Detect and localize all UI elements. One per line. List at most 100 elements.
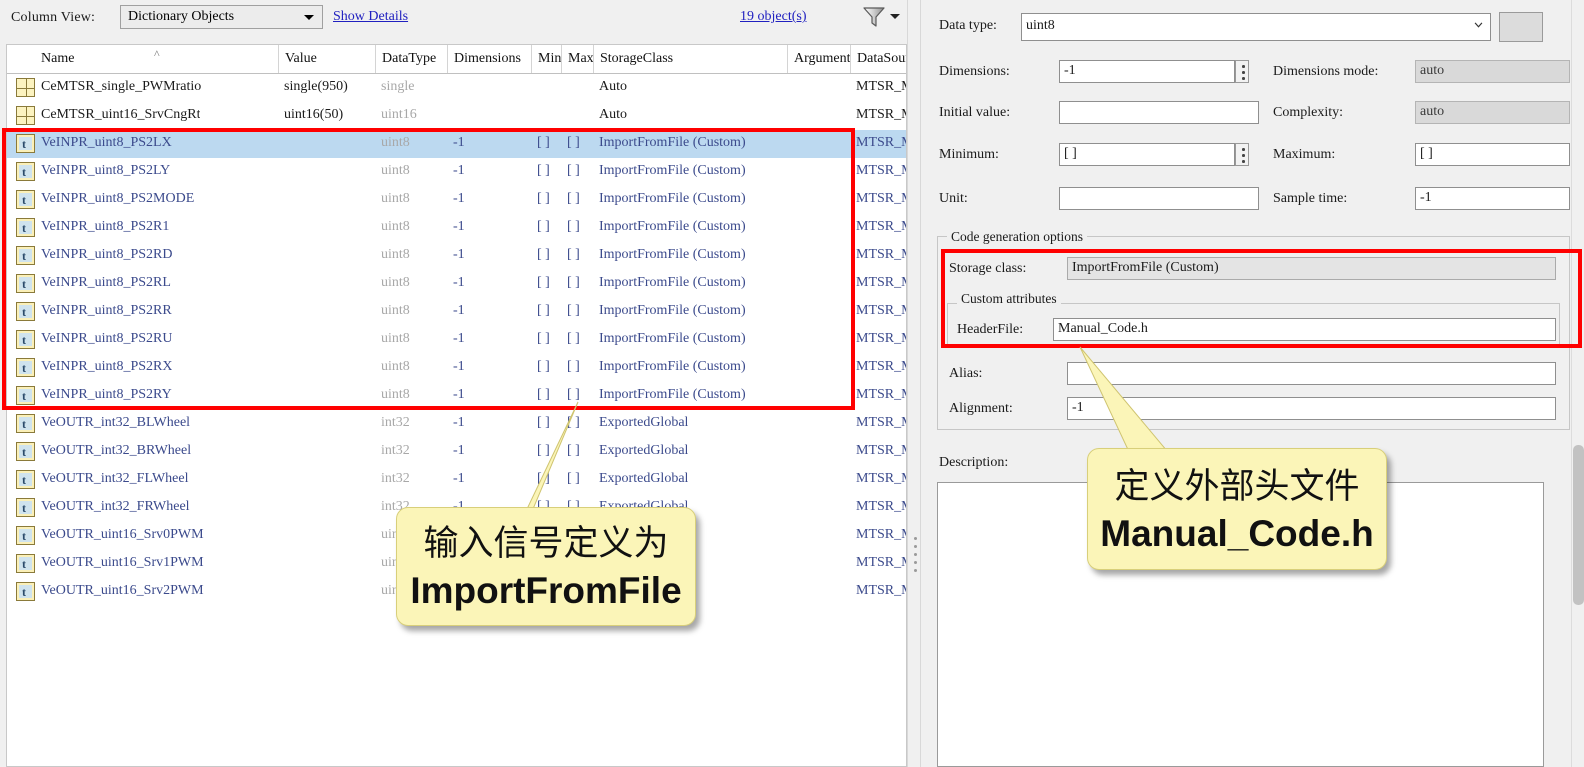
cell-datasource: MTSR_Mo: [856, 303, 906, 318]
sample-time-input[interactable]: -1: [1415, 187, 1570, 210]
cell-storageclass: ExportedGlobal: [599, 471, 689, 486]
cell-max: [ ]: [567, 275, 580, 290]
column-header-max[interactable]: Max: [562, 45, 594, 73]
alignment-value: -1: [1072, 400, 1084, 415]
cell-min: [ ]: [537, 191, 550, 206]
table-row[interactable]: t VeINPR_uint8_PS2RL uint8 -1 [ ] [ ] ImportFr…: [7, 270, 906, 298]
cell-name: VeOUTR_int32_BLWheel: [41, 415, 191, 430]
table-row[interactable]: t VeINPR_uint8_PS2RR uint8 -1 [ ] [ ] ImportFr…: [7, 298, 906, 326]
data-type-combo[interactable]: uint8: [1021, 13, 1491, 41]
signal-icon: t: [16, 442, 36, 462]
table-row[interactable]: t VeINPR_uint8_PS2LX uint8 -1 [ ] [ ] ImportFr…: [7, 130, 906, 158]
alignment-input[interactable]: -1: [1067, 397, 1556, 420]
show-details-link[interactable]: Show Details: [333, 9, 408, 25]
table-row[interactable]: t VeINPR_uint8_PS2RX uint8 -1 [ ] [ ] ImportFr…: [7, 354, 906, 382]
cell-name: VeINPR_uint8_PS2RU: [41, 331, 173, 346]
cell-datatype: int32: [381, 471, 410, 486]
column-header-dimensions[interactable]: Dimensions: [448, 45, 532, 73]
cell-name: VeINPR_uint8_PS2MODE: [41, 191, 195, 206]
table-row[interactable]: t VeINPR_uint8_PS2LY uint8 -1 [ ] [ ] ImportFr…: [7, 158, 906, 186]
column-view-value: Dictionary Objects: [128, 9, 235, 24]
cell-min: [ ]: [537, 163, 550, 178]
callout-left-line1: 输入信号定义为: [423, 524, 669, 563]
cell-name: VeOUTR_int32_BRWheel: [41, 443, 192, 458]
cell-max: [ ]: [567, 331, 580, 346]
column-header-storageclass[interactable]: StorageClass: [594, 45, 788, 73]
signal-icon: t: [16, 134, 36, 154]
dimensions-spinner[interactable]: [1235, 60, 1249, 83]
table-row[interactable]: t VeOUTR_int32_BRWheel int32 -1 [ ] [ ] Export…: [7, 438, 906, 466]
cell-max: [ ]: [567, 415, 580, 430]
data-type-assistant-button[interactable]: [1499, 12, 1543, 42]
cell-min: [ ]: [537, 135, 550, 150]
cell-datasource: MTSR_Mo: [856, 163, 906, 178]
table-row[interactable]: t VeOUTR_int32_BLWheel int32 -1 [ ] [ ] Export…: [7, 410, 906, 438]
table-row[interactable]: t VeINPR_uint8_PS2RU uint8 -1 [ ] [ ] ImportFr…: [7, 326, 906, 354]
table-row[interactable]: t VeINPR_uint8_PS2RD uint8 -1 [ ] [ ] ImportFr…: [7, 242, 906, 270]
right-pane-vertical-scrollbar[interactable]: [1571, 0, 1584, 767]
table-row[interactable]: CeMTSR_single_PWMratio single(950) single A…: [7, 74, 906, 102]
object-count-link[interactable]: 19 object(s): [740, 9, 806, 25]
cell-min: [ ]: [537, 471, 550, 486]
signal-icon: t: [16, 190, 36, 210]
header-file-input[interactable]: Manual_Code.h: [1053, 318, 1556, 341]
cell-datatype: uint8: [381, 303, 410, 318]
signal-icon: t: [16, 526, 36, 546]
minimum-spinner[interactable]: [1235, 143, 1249, 166]
column-header-argument[interactable]: Argument: [788, 45, 851, 73]
unit-input[interactable]: [1059, 187, 1259, 210]
table-row[interactable]: t VeINPR_uint8_PS2MODE uint8 -1 [ ] [ ] Import…: [7, 186, 906, 214]
scrollbar-thumb[interactable]: [1573, 445, 1584, 605]
cell-datasource: MTSR_Mo: [856, 471, 906, 486]
dimensions-input[interactable]: -1: [1059, 60, 1235, 83]
signal-icon: t: [16, 414, 36, 434]
table-row[interactable]: t VeINPR_uint8_PS2RY uint8 -1 [ ] [ ] ImportFr…: [7, 382, 906, 410]
cell-min: [ ]: [537, 219, 550, 234]
cell-name: VeOUTR_uint16_Srv1PWM: [41, 555, 204, 570]
column-view-dropdown[interactable]: Dictionary Objects: [120, 5, 323, 29]
maximum-input[interactable]: [ ]: [1415, 143, 1570, 166]
alignment-label: Alignment:: [949, 401, 1013, 416]
cell-storageclass: ExportedGlobal: [599, 415, 689, 430]
table-row[interactable]: t VeINPR_uint8_PS2R1 uint8 -1 [ ] [ ] ImportFr…: [7, 214, 906, 242]
cell-value: uint16(50): [284, 107, 344, 122]
chevron-down-icon[interactable]: [1474, 22, 1483, 28]
callout-right-line1: 定义外部头文件: [1114, 467, 1360, 506]
cell-datasource: MTSR_Mo: [856, 527, 906, 542]
callout-left: 输入信号定义为 ImportFromFile: [396, 507, 696, 626]
header-file-value: Manual_Code.h: [1058, 321, 1148, 336]
storage-class-field[interactable]: ImportFromFile (Custom): [1067, 257, 1556, 280]
initial-value-input[interactable]: [1059, 101, 1259, 124]
column-header-datatype[interactable]: DataType: [376, 45, 448, 73]
column-header-min[interactable]: Min: [532, 45, 562, 73]
column-header-datasource[interactable]: DataSource: [851, 45, 906, 73]
dimensions-mode-label: Dimensions mode:: [1273, 64, 1379, 79]
cell-max: [ ]: [567, 471, 580, 486]
cell-datasource: MTSR_Mo: [856, 415, 906, 430]
storage-class-value: ImportFromFile (Custom): [1072, 260, 1219, 275]
table-row[interactable]: CeMTSR_uint16_SrvCngRt uint16(50) uint16 Au…: [7, 102, 906, 130]
filter-chevron-down-icon[interactable]: [890, 14, 900, 19]
minimum-input[interactable]: [ ]: [1059, 143, 1235, 166]
maximum-label: Maximum:: [1273, 147, 1336, 162]
cell-name: VeINPR_uint8_PS2LX: [41, 135, 172, 150]
cell-min: [ ]: [537, 387, 550, 402]
signal-icon: t: [16, 498, 36, 518]
callout-right-line2: Manual_Code.h: [1100, 513, 1374, 554]
cell-datatype: uint8: [381, 275, 410, 290]
cell-dimensions: -1: [453, 359, 465, 374]
cell-dimensions: -1: [453, 331, 465, 346]
cell-datasource: MTSR_Mo: [856, 247, 906, 262]
table-row[interactable]: t VeOUTR_int32_FLWheel int32 -1 [ ] [ ] Export…: [7, 466, 906, 494]
column-header-value[interactable]: Value: [279, 45, 376, 73]
pane-splitter[interactable]: [907, 0, 921, 767]
cell-name: VeOUTR_int32_FLWheel: [41, 471, 189, 486]
cell-datasource: MTSR_Mo: [856, 443, 906, 458]
minimum-label: Minimum:: [939, 147, 999, 162]
alias-input[interactable]: [1067, 362, 1556, 385]
signal-icon: t: [16, 330, 36, 350]
dimensions-value: -1: [1064, 63, 1076, 78]
dictionary-objects-table[interactable]: Name ^ Value DataType Dimensions Min Max…: [6, 44, 907, 767]
funnel-icon[interactable]: [861, 4, 887, 30]
sort-ascending-icon: ^: [154, 47, 160, 61]
